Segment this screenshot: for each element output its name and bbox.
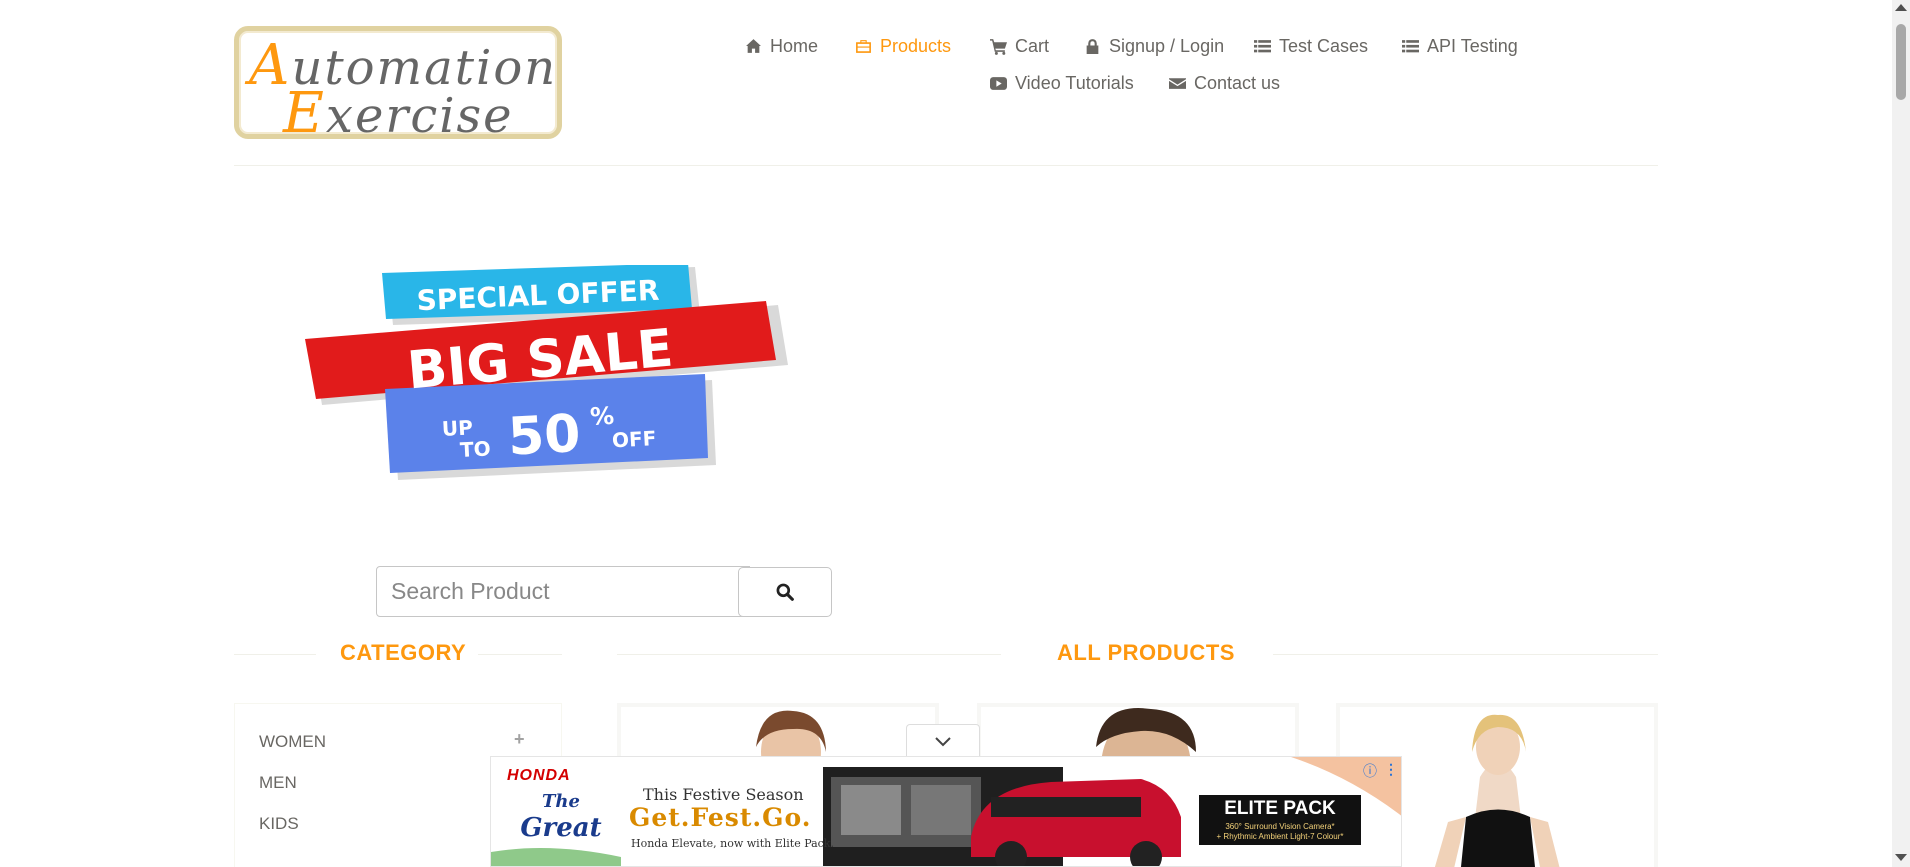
more-vert-icon[interactable]: ⋮ [1384,761,1398,778]
scroll-down-arrow-icon[interactable] [1895,854,1907,861]
page: Automation Exercise Home Products Cart S… [0,0,1910,867]
ad-elevate-text: Honda Elevate, now with Elite Pack. [631,837,834,850]
category-title: CATEGORY [340,640,467,665]
ad-season-text: This Festive Season [643,785,804,804]
sale-banner: SPECIAL OFFER BIG SALE UP TO 50 % OFF [305,265,788,480]
banner-50: 50 [507,404,582,468]
category-women[interactable]: WOMEN [259,732,326,752]
nav-video-tutorials[interactable]: Video Tutorials [990,73,1134,94]
banner-off: OFF [611,426,657,452]
scrollbar[interactable] [1892,0,1910,867]
header-divider [234,165,1658,166]
cart-icon [990,39,1007,55]
expand-women-icon[interactable]: + [514,729,525,750]
category-men[interactable]: MEN [259,773,297,793]
site-logo[interactable]: Automation Exercise [234,26,562,146]
search-icon [776,583,794,601]
category-title-line-left [234,654,316,655]
banner-percent: % [589,402,614,431]
ad-collapse-button[interactable] [906,724,980,758]
envelope-icon [1169,78,1186,89]
scroll-up-arrow-icon[interactable] [1895,4,1907,11]
nav-home[interactable]: Home [745,36,818,57]
nav-cart[interactable]: Cart [990,36,1049,57]
list-icon [1254,40,1271,53]
nav-products[interactable]: Products [855,36,951,57]
info-icon[interactable]: ⓘ [1363,761,1377,781]
ad-honda-logo: HONDA [507,767,571,784]
search-product-input[interactable] [376,566,750,617]
ad-tagline: Get.Fest.Go. [629,803,812,832]
nav-api-testing[interactable]: API Testing [1402,36,1518,57]
search-button[interactable] [738,567,832,617]
lock-icon [1086,39,1099,54]
products-icon [856,40,871,53]
list-icon [1402,40,1419,53]
all-products-title: ALL PRODUCTS [1057,640,1235,665]
products-title-line-left [617,654,1001,655]
nav-test-cases[interactable]: Test Cases [1254,36,1368,57]
banner-to: TO [459,436,491,462]
category-title-line-right [478,654,562,655]
ad-fest-title: The Great [520,791,602,843]
ad-elite-pack: ELITE PACK 360° Surround Vision Camera* … [1199,795,1361,845]
youtube-icon [990,77,1007,90]
ad-banner[interactable]: HONDA The Great This Festive Season Get.… [490,756,1402,867]
scrollbar-thumb[interactable] [1896,24,1906,100]
nav-contact-us[interactable]: Contact us [1169,73,1280,94]
home-icon [746,39,761,53]
products-title-line-right [1273,654,1658,655]
nav-signup-login[interactable]: Signup / Login [1084,36,1224,57]
chevron-down-icon [935,736,951,746]
category-kids[interactable]: KIDS [259,814,299,834]
